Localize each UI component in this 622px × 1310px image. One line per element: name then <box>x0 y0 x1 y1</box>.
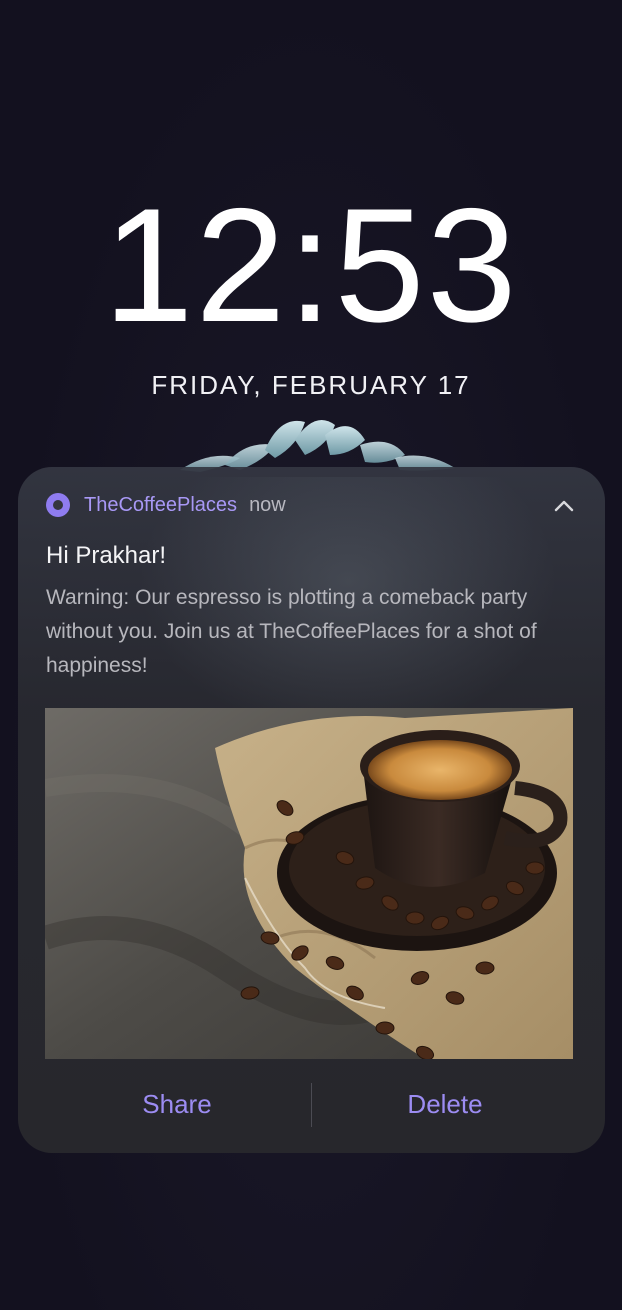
notification-time: now <box>249 493 286 516</box>
lock-screen: 12:53 FRIDAY, FEBRUARY 17 TheCoffeePlace… <box>0 0 622 1310</box>
notification-body: Warning: Our espresso is plotting a come… <box>46 586 537 677</box>
lock-screen-date: FRIDAY, FEBRUARY 17 <box>151 370 471 400</box>
chevron-up-icon <box>554 500 574 512</box>
notification-card[interactable]: TheCoffeePlaces now Hi Prakhar! Warning:… <box>18 467 605 1153</box>
coffee-photo-illustration <box>45 708 573 1059</box>
app-ring-icon <box>46 493 70 517</box>
delete-button[interactable]: Delete <box>312 1079 578 1129</box>
espresso-cup-with-coffee-beans-image[interactable] <box>45 708 573 1059</box>
lock-screen-clock: 12:53 <box>103 175 519 356</box>
notification-title: Hi Prakhar! <box>46 542 167 569</box>
collapse-notification-button[interactable] <box>549 491 579 521</box>
share-button[interactable]: Share <box>44 1079 310 1129</box>
notification-app-name: TheCoffeePlaces <box>84 493 238 516</box>
notification-actions: Share Delete <box>18 1079 605 1133</box>
notification-header: TheCoffeePlaces now <box>46 489 286 521</box>
